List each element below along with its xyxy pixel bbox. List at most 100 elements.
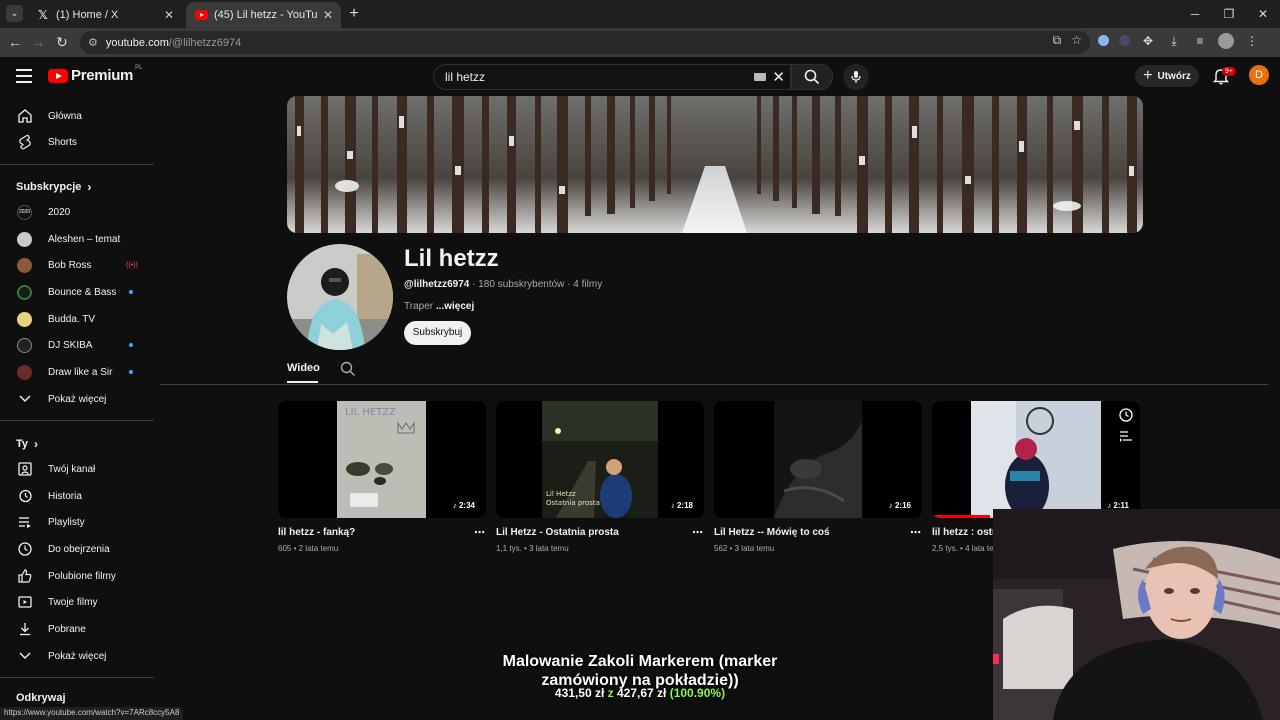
history-icon [16, 487, 34, 505]
subscriptions-heading[interactable]: Subskrypcje › [16, 180, 91, 194]
sidebar-item-history[interactable]: Historia [0, 483, 154, 509]
video-title[interactable]: lil hetzz : ostr [932, 527, 996, 538]
svg-text:Lil Hetzz: Lil Hetzz [546, 490, 576, 498]
browser-menu-icon[interactable]: ⋮ [1244, 33, 1260, 49]
sidebar-subscription[interactable]: Budda. TV [0, 306, 154, 332]
video-duration: ♪ 2:18 [667, 500, 696, 511]
subscribe-button[interactable]: Subskrybuj [404, 321, 471, 345]
forward-icon[interactable]: → [29, 33, 47, 51]
tab-title: (1) Home / X [56, 9, 119, 21]
channel-avatar-bob-ross [17, 257, 32, 273]
channel-handle: @lilhetzz6974 [404, 279, 470, 290]
tab-search-icon[interactable]: ⌄ [6, 5, 23, 22]
view-count: 2,5 tys. [932, 544, 958, 553]
video-duration: ♪ 2:34 [449, 500, 478, 511]
channel-description[interactable]: Traper ...więcej [404, 301, 474, 312]
more-actions-icon[interactable]: ⋯ [692, 526, 704, 539]
clear-search-icon[interactable]: ✕ [772, 68, 785, 86]
address-bar[interactable]: ⚙ youtube.com/@lilhetzz6974 ⧉ ☆ [80, 31, 1090, 54]
browser-tab-x[interactable]: 𝕏 (1) Home / X ✕ [28, 2, 182, 28]
more-actions-icon[interactable]: ⋯ [474, 526, 486, 539]
upload-age: 3 lata temu [529, 544, 569, 553]
close-tab-icon[interactable]: ✕ [323, 8, 333, 22]
new-content-dot [129, 343, 133, 347]
back-icon[interactable]: ← [6, 33, 24, 51]
sidebar-item-shorts[interactable]: Shorts [0, 129, 154, 155]
subscriber-count: 180 subskrybentów [478, 279, 565, 290]
sidebar-subscription[interactable]: Bounce & Bass [0, 279, 154, 305]
close-window-icon[interactable]: ✕ [1246, 0, 1280, 28]
sidebar-item-home[interactable]: Główna [0, 103, 154, 129]
youtube-logo[interactable]: Premium PL [48, 65, 142, 84]
video-metadata: 2,5 tys. • 4 lata te [932, 544, 994, 553]
create-button[interactable]: + Utwórz [1135, 65, 1199, 87]
browser-tab-bar: ⌄ 𝕏 (1) Home / X ✕ (45) Lil hetzz - YouT… [0, 0, 1280, 28]
search-button[interactable] [791, 64, 833, 90]
profile-avatar[interactable] [1218, 33, 1234, 49]
sidebar-item-liked-videos[interactable]: Polubione filmy [0, 563, 154, 589]
sidebar-item-playlists[interactable]: Playlisty [0, 509, 154, 535]
sidebar-show-more-you[interactable]: Pokaż więcej [0, 643, 154, 669]
sidebar-item-downloads[interactable]: Pobrane [0, 616, 154, 642]
video-thumbnail[interactable]: ♪ 2:16 [714, 401, 922, 518]
sidebar-item-your-videos[interactable]: Twoje filmy [0, 589, 154, 615]
sidebar-item-your-channel[interactable]: Twój kanał [0, 456, 154, 482]
search-input[interactable]: lil hetzz ✕ [433, 64, 791, 90]
sidebar-subscription[interactable]: Aleshen – temat [0, 226, 154, 252]
goal-separator: z [607, 686, 614, 700]
extension-icon[interactable] [1119, 35, 1130, 46]
tab-title: (45) Lil hetzz - YouTube [214, 9, 317, 21]
download-icon[interactable]: ⤓ [1166, 33, 1182, 49]
video-thumbnail[interactable]: LIL HETZZ ♪ 2:34 [278, 401, 486, 518]
subscription-label: 2020 [48, 206, 71, 218]
minimize-icon[interactable]: ─ [1178, 0, 1212, 28]
close-tab-icon[interactable]: ✕ [164, 8, 174, 22]
menu-icon[interactable] [16, 69, 32, 83]
playlist-icon [16, 513, 34, 531]
site-info-icon[interactable]: ⚙ [88, 36, 98, 49]
youtube-play-icon [48, 68, 68, 83]
keyboard-icon[interactable] [754, 73, 766, 81]
you-heading[interactable]: Ty › [16, 437, 38, 451]
video-thumbnail[interactable]: ♪ 2:11 [932, 401, 1140, 518]
more-link[interactable]: ...więcej [436, 301, 474, 312]
puzzle-extensions-icon[interactable]: ✥ [1140, 33, 1156, 49]
video-count: 4 filmy [573, 279, 603, 290]
sidebar-item-label: Historia [48, 490, 82, 502]
sidebar-show-more-subscriptions[interactable]: Pokaż więcej [0, 386, 154, 412]
sidebar-item-label: Pobrane [48, 623, 86, 635]
restore-icon[interactable]: ❐ [1212, 0, 1246, 28]
channel-avatar[interactable] [287, 244, 393, 350]
media-controls-icon[interactable]: ≡ [1192, 33, 1208, 49]
install-app-icon[interactable]: ⧉ [1053, 33, 1062, 48]
account-avatar[interactable]: D [1249, 65, 1269, 85]
subscription-label: Bob Ross [48, 259, 92, 271]
watch-later-icon[interactable] [1119, 408, 1133, 427]
video-metadata: 1,1 tys. • 3 lata temu [496, 544, 569, 553]
sidebar-subscription[interactable]: Bob Ross ((•)) [0, 252, 154, 278]
more-actions-icon[interactable]: ⋯ [910, 526, 922, 539]
bookmark-star-icon[interactable]: ☆ [1071, 33, 1082, 48]
channel-search-icon[interactable] [340, 361, 356, 377]
channel-banner [287, 96, 1143, 233]
x-logo-icon: 𝕏 [38, 8, 48, 22]
extension-icon[interactable] [1098, 35, 1109, 46]
svg-text:LIL HETZZ: LIL HETZZ [345, 407, 396, 418]
tab-videos[interactable]: Wideo [287, 362, 320, 374]
logo-text: Premium [71, 67, 134, 84]
sidebar-subscription[interactable]: Draw like a Sir [0, 359, 154, 385]
browser-tab-youtube[interactable]: (45) Lil hetzz - YouTube ✕ [186, 2, 341, 28]
sidebar-subscription[interactable]: DJ SKIBA [0, 332, 154, 358]
add-to-queue-icon[interactable] [1119, 429, 1133, 447]
sidebar-item-watch-later[interactable]: Do obejrzenia [0, 536, 154, 562]
channel-icon [16, 460, 34, 478]
video-title[interactable]: lil hetzz - fanką? [278, 527, 355, 538]
sidebar-subscription[interactable]: 2020 2020 [0, 199, 154, 225]
reload-icon[interactable]: ↻ [53, 33, 71, 51]
new-tab-icon[interactable]: + [346, 5, 362, 23]
voice-search-button[interactable] [843, 64, 869, 90]
video-thumbnail[interactable]: Lil Hetzz Ostatnia prosta ♪ 2:18 [496, 401, 704, 518]
webcam-overlay [993, 509, 1280, 720]
video-title[interactable]: Lil Hetzz -- Mówię to coś [714, 527, 830, 538]
video-title[interactable]: Lil Hetzz - Ostatnia prosta [496, 527, 619, 538]
